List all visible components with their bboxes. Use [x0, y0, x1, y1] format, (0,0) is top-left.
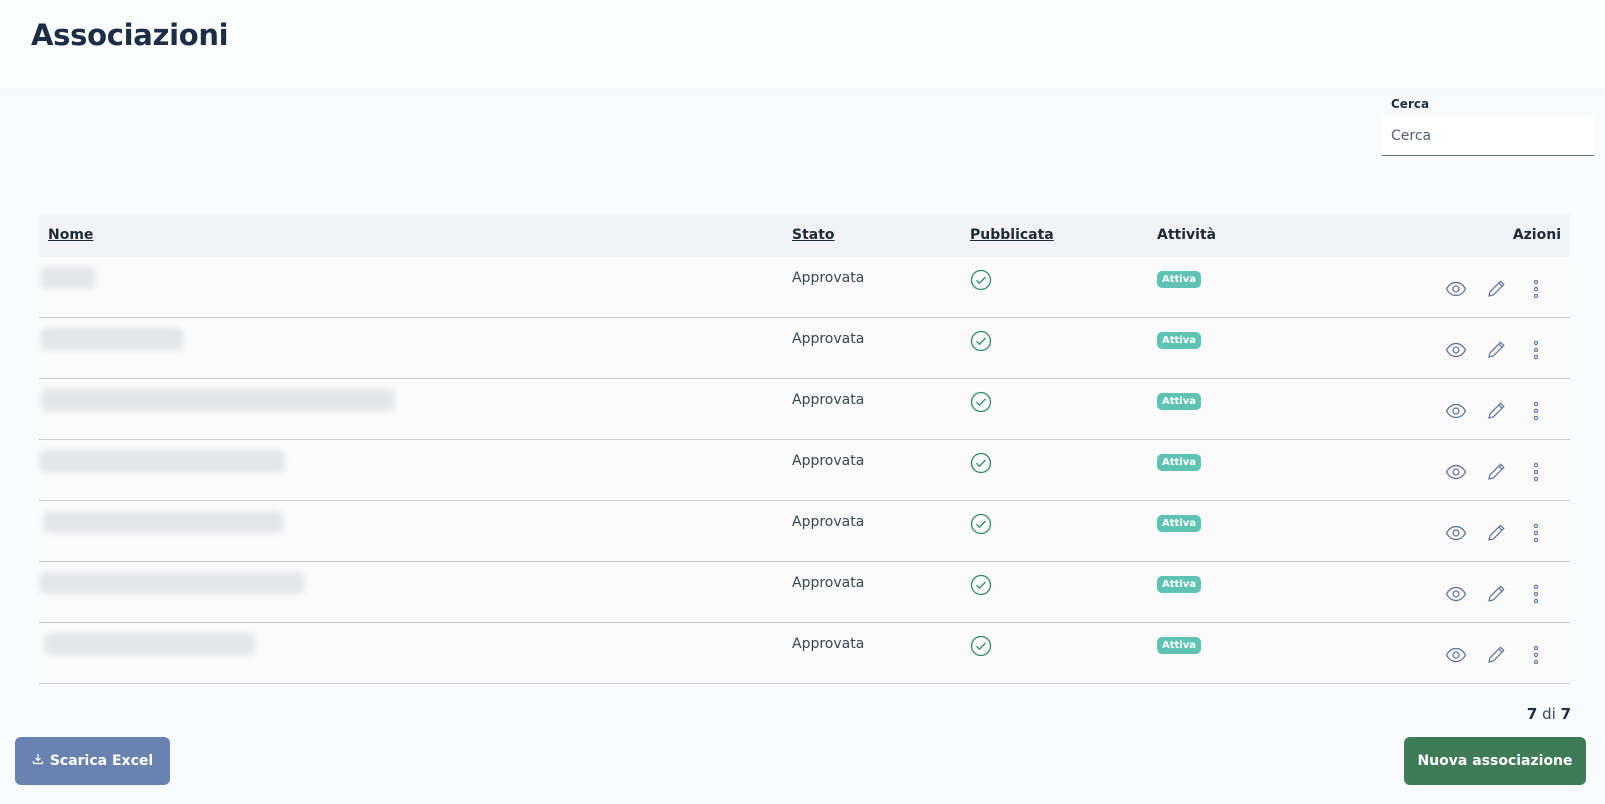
table-row: Approvata Attiva — [39, 623, 1570, 684]
eye-icon[interactable] — [1444, 338, 1468, 362]
download-excel-label: Scarica Excel — [49, 753, 154, 769]
pencil-icon[interactable] — [1484, 643, 1508, 667]
redacted-name — [41, 328, 183, 350]
page-title: Associazioni — [31, 18, 229, 52]
check-circle-icon — [970, 391, 992, 413]
pencil-icon[interactable] — [1484, 338, 1508, 362]
more-vertical-icon[interactable] — [1524, 338, 1548, 362]
eye-icon[interactable] — [1444, 521, 1468, 545]
check-circle-icon — [970, 513, 992, 535]
row-actions — [1444, 643, 1548, 667]
redacted-name — [43, 511, 283, 533]
check-circle-icon — [970, 269, 992, 291]
search-label: Cerca — [1391, 97, 1430, 111]
table-row: Approvata Attiva — [39, 562, 1570, 623]
activity-badge: Attiva — [1157, 637, 1201, 654]
more-vertical-icon[interactable] — [1524, 277, 1548, 301]
column-header-pubblicata[interactable]: Pubblicata — [970, 227, 1054, 243]
pagination-shown: 7 — [1526, 705, 1538, 723]
row-actions — [1444, 582, 1548, 606]
table-row: Approvata Attiva — [39, 379, 1570, 440]
check-circle-icon — [970, 330, 992, 352]
row-actions — [1444, 460, 1548, 484]
status-text: Approvata — [792, 270, 865, 286]
more-vertical-icon[interactable] — [1524, 521, 1548, 545]
table-row: Approvata Attiva — [39, 440, 1570, 501]
row-actions — [1444, 521, 1548, 545]
status-text: Approvata — [792, 331, 865, 347]
activity-badge: Attiva — [1157, 515, 1201, 532]
pagination-total: 7 — [1560, 705, 1571, 723]
column-header-azioni: Azioni — [1512, 227, 1561, 243]
download-excel-button[interactable]: Scarica Excel — [15, 737, 170, 785]
status-text: Approvata — [792, 636, 865, 652]
redacted-name — [39, 572, 305, 594]
table-row: Approvata Attiva — [39, 318, 1570, 379]
row-actions — [1444, 338, 1548, 362]
more-vertical-icon[interactable] — [1524, 460, 1548, 484]
page-header: Associazioni — [0, 0, 1605, 96]
redacted-name — [45, 633, 255, 655]
activity-badge: Attiva — [1157, 576, 1201, 593]
activity-badge: Attiva — [1157, 271, 1201, 288]
column-header-attivita: Attività — [1157, 227, 1217, 243]
status-text: Approvata — [792, 453, 865, 469]
status-text: Approvata — [792, 575, 865, 591]
table-row: Approvata Attiva — [39, 257, 1570, 318]
table-row: Approvata Attiva — [39, 501, 1570, 562]
more-vertical-icon[interactable] — [1524, 643, 1548, 667]
eye-icon[interactable] — [1444, 460, 1468, 484]
download-icon — [32, 753, 44, 769]
table-header: Nome Stato Pubblicata Attività Azioni — [39, 214, 1570, 257]
pencil-icon[interactable] — [1484, 521, 1508, 545]
column-header-nome[interactable]: Nome — [48, 227, 93, 243]
pencil-icon[interactable] — [1484, 460, 1508, 484]
activity-badge: Attiva — [1157, 393, 1201, 410]
status-text: Approvata — [792, 392, 865, 408]
pencil-icon[interactable] — [1484, 277, 1508, 301]
redacted-name — [39, 450, 285, 472]
check-circle-icon — [970, 635, 992, 657]
status-text: Approvata — [792, 514, 865, 530]
check-circle-icon — [970, 452, 992, 474]
search-box: Cerca — [1382, 96, 1594, 160]
new-association-button[interactable]: Nuova associazione — [1404, 737, 1586, 785]
pagination-count: 7 di 7 — [1527, 705, 1571, 723]
row-actions — [1444, 277, 1548, 301]
activity-badge: Attiva — [1157, 454, 1201, 471]
pencil-icon[interactable] — [1484, 582, 1508, 606]
associations-table: Nome Stato Pubblicata Attività Azioni Ap… — [39, 214, 1570, 684]
pencil-icon[interactable] — [1484, 399, 1508, 423]
more-vertical-icon[interactable] — [1524, 582, 1548, 606]
search-input[interactable] — [1382, 116, 1594, 156]
pagination-separator: di — [1542, 705, 1556, 723]
redacted-name — [41, 389, 395, 411]
eye-icon[interactable] — [1444, 277, 1468, 301]
eye-icon[interactable] — [1444, 582, 1468, 606]
eye-icon[interactable] — [1444, 399, 1468, 423]
redacted-name — [41, 267, 95, 289]
table-body: Approvata Attiva Approvata Attiva Approvata A… — [39, 257, 1570, 684]
check-circle-icon — [970, 574, 992, 596]
column-header-stato[interactable]: Stato — [792, 227, 835, 243]
eye-icon[interactable] — [1444, 643, 1468, 667]
new-association-label: Nuova associazione — [1417, 753, 1573, 769]
more-vertical-icon[interactable] — [1524, 399, 1548, 423]
activity-badge: Attiva — [1157, 332, 1201, 349]
row-actions — [1444, 399, 1548, 423]
